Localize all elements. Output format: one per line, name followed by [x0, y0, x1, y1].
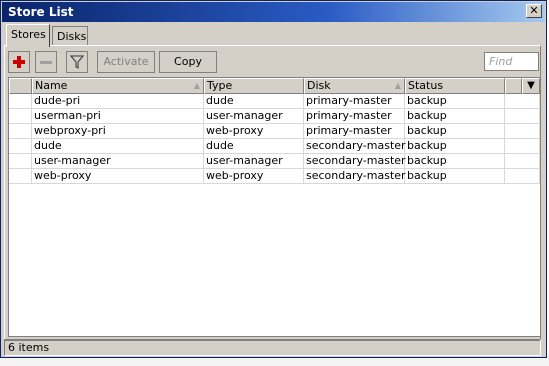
copy-button[interactable]: Copy — [159, 51, 217, 73]
row-marker — [9, 154, 32, 169]
cell-name: dude — [32, 139, 204, 154]
tab-disks[interactable]: Disks — [52, 26, 88, 46]
close-icon: ✕ — [529, 4, 539, 17]
row-marker — [9, 169, 32, 184]
cell-empty — [505, 109, 540, 124]
cell-disk: secondary-master — [304, 139, 406, 154]
cell-disk: primary-master — [304, 94, 405, 109]
column-menu-button[interactable]: ▼ — [522, 78, 540, 94]
column-header-type[interactable]: Type — [204, 78, 304, 94]
cell-empty — [505, 139, 540, 154]
cell-empty — [505, 124, 540, 139]
cell-status: backup — [405, 109, 505, 124]
chevron-down-icon: ▼ — [527, 80, 535, 91]
cell-disk: primary-master — [304, 124, 405, 139]
cell-name: webproxy-pri — [32, 124, 204, 139]
plus-icon — [13, 56, 25, 68]
column-header-marker[interactable] — [9, 78, 32, 94]
toolbar: Activate Copy — [8, 51, 541, 73]
cell-type: user-manager — [204, 154, 304, 169]
column-header-label: Type — [207, 79, 233, 92]
row-marker — [9, 109, 32, 124]
cell-disk: secondary-master — [304, 154, 406, 169]
cell-status: backup — [405, 124, 505, 139]
title-bar[interactable]: Store List ✕ — [2, 2, 545, 22]
filter-button[interactable] — [66, 51, 88, 73]
minus-icon — [40, 61, 52, 64]
cell-name: dude-pri — [32, 94, 204, 109]
cell-status: backup — [405, 94, 505, 109]
remove-button[interactable] — [35, 51, 57, 73]
cell-empty — [505, 94, 540, 109]
sort-icon: ▲ — [193, 81, 200, 90]
cell-empty — [505, 169, 540, 184]
cell-type: user-manager — [204, 109, 304, 124]
cell-status: backup — [405, 169, 505, 184]
store-table: Name ▲ Type Disk ▲ Status ▼ dude-pri dud… — [8, 77, 541, 337]
column-header-disk[interactable]: Disk ▲ — [304, 78, 405, 94]
row-marker — [9, 94, 32, 109]
item-count: 6 items — [8, 341, 50, 354]
column-header-name[interactable]: Name ▲ — [32, 78, 204, 94]
cell-name: user-manager — [32, 154, 204, 169]
cell-disk: secondary-master — [304, 169, 406, 184]
table-row[interactable]: userman-pri user-manager primary-master … — [9, 109, 540, 124]
cell-status: backup — [405, 154, 505, 169]
row-marker — [9, 124, 32, 139]
cell-name: userman-pri — [32, 109, 204, 124]
cell-name: web-proxy — [32, 169, 204, 184]
cell-type: web-proxy — [204, 169, 304, 184]
column-header-status[interactable]: Status — [405, 78, 505, 94]
table-row[interactable]: dude dude secondary-master backup — [9, 139, 540, 154]
status-bar: 6 items — [4, 339, 541, 356]
table-row[interactable]: webproxy-pri web-proxy primary-master ba… — [9, 124, 540, 139]
cell-type: web-proxy — [204, 124, 304, 139]
cell-status: backup — [405, 139, 505, 154]
window-title: Store List — [8, 5, 74, 19]
column-header-spacer — [505, 78, 522, 94]
cell-empty — [505, 154, 540, 169]
find-input[interactable] — [484, 52, 539, 71]
cell-type: dude — [204, 94, 304, 109]
activate-button[interactable]: Activate — [97, 51, 155, 73]
cell-type: dude — [204, 139, 304, 154]
table-row[interactable]: user-manager user-manager secondary-mast… — [9, 154, 540, 169]
tab-stores[interactable]: Stores — [6, 24, 50, 47]
close-button[interactable]: ✕ — [526, 4, 542, 18]
add-button[interactable] — [8, 51, 30, 73]
column-header-label: Status — [408, 79, 444, 92]
row-marker — [9, 139, 32, 154]
cell-disk: primary-master — [304, 109, 405, 124]
filter-icon — [69, 55, 85, 69]
sort-icon: ▲ — [394, 81, 401, 90]
table-row[interactable]: dude-pri dude primary-master backup — [9, 94, 540, 109]
table-header: Name ▲ Type Disk ▲ Status ▼ — [9, 78, 540, 94]
table-row[interactable]: web-proxy web-proxy secondary-master bac… — [9, 169, 540, 184]
column-header-label: Name — [35, 79, 68, 92]
column-header-label: Disk — [307, 79, 331, 92]
